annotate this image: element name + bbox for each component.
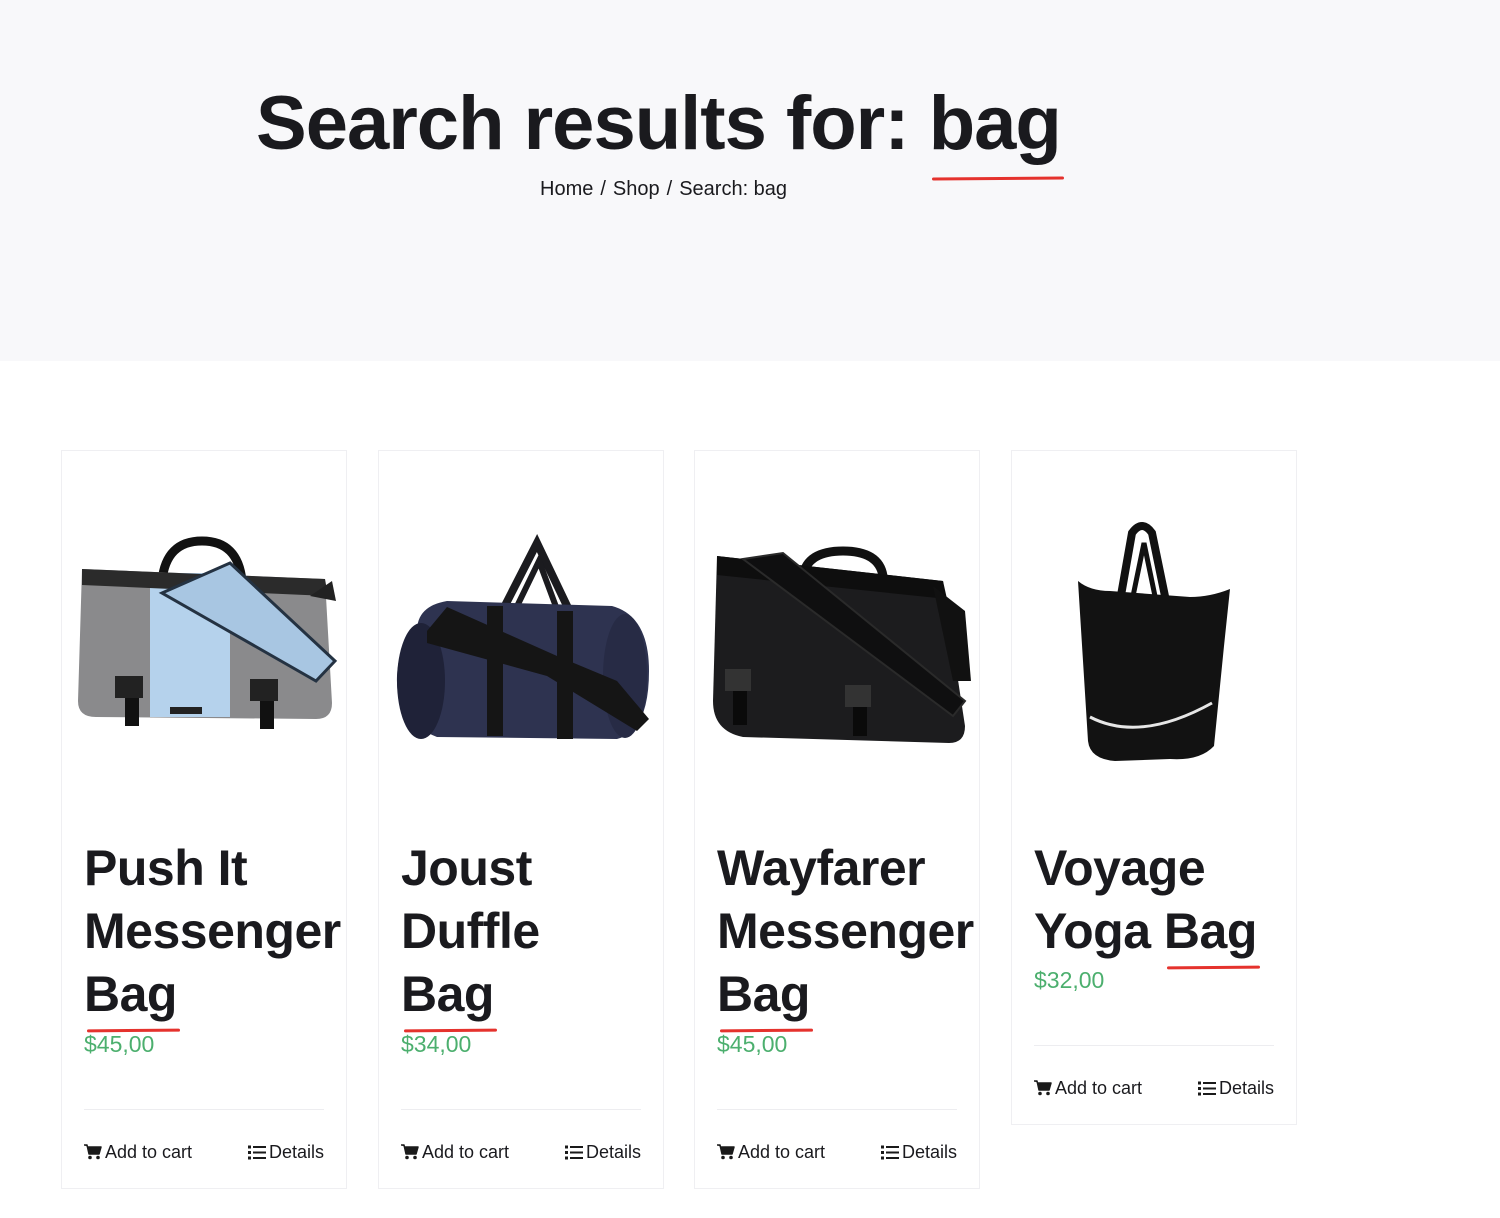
product-image[interactable] [70, 481, 340, 781]
product-title-highlight: Bag [84, 963, 177, 1026]
add-to-cart-button[interactable]: Add to cart [84, 1139, 192, 1165]
breadcrumb-separator: / [666, 178, 673, 200]
details-label: Details [901, 1142, 957, 1162]
breadcrumb-current: Search: bag [679, 178, 788, 200]
add-to-cart-button[interactable]: Add to cart [1034, 1075, 1142, 1101]
product-price: $45,00 [84, 1031, 155, 1057]
add-to-cart-button[interactable]: Add to cart [401, 1139, 509, 1165]
product-actions: Add to cart Details [401, 1139, 641, 1165]
product-image[interactable] [387, 481, 657, 781]
messenger-bag-black-icon [713, 546, 971, 743]
product-title-line: Messenger [84, 903, 341, 959]
add-to-cart-button[interactable]: Add to cart [717, 1139, 825, 1165]
product-price: $34,00 [401, 1031, 472, 1057]
product-image[interactable] [703, 481, 973, 781]
details-button[interactable]: Details [564, 1139, 641, 1165]
breadcrumb-home-link[interactable]: Home [540, 178, 593, 200]
product-title-line: Joust [401, 840, 532, 896]
breadcrumb-shop-link[interactable]: Shop [613, 178, 660, 200]
add-to-cart-label: Add to cart [105, 1142, 193, 1162]
card-divider [717, 1109, 957, 1110]
product-image[interactable] [1020, 481, 1290, 781]
product-actions: Add to cart Details [717, 1139, 957, 1165]
messenger-bag-gray-blue-icon [78, 536, 338, 729]
product-card: Voyage Yoga Bag $32,00 Add to cart Detail… [1011, 450, 1297, 1125]
card-divider [84, 1109, 324, 1110]
cart-icon [401, 1144, 419, 1160]
product-title-line: Push It [84, 840, 248, 896]
cart-icon [1034, 1080, 1052, 1096]
product-title-highlight: Bag [1164, 900, 1257, 963]
search-term-highlight: bag [929, 78, 1062, 170]
details-label: Details [1218, 1078, 1274, 1098]
product-actions: Add to cart Details [1034, 1075, 1274, 1101]
product-price: $45,00 [717, 1031, 788, 1057]
cart-icon [717, 1144, 735, 1160]
list-icon [247, 1145, 266, 1160]
tote-bag-black-icon [1078, 522, 1230, 761]
product-price: $32,00 [1034, 967, 1105, 993]
product-actions: Add to cart Details [84, 1139, 324, 1165]
card-divider [1034, 1045, 1274, 1046]
page-title-prefix: Search results for: [256, 81, 929, 166]
product-title[interactable]: Wayfarer Messenger Bag [717, 837, 1017, 1026]
card-divider [401, 1109, 641, 1110]
page-title: Search results for: bag [256, 78, 1062, 170]
add-to-cart-label: Add to cart [422, 1142, 510, 1162]
list-icon [880, 1145, 899, 1160]
list-icon [1197, 1081, 1216, 1096]
cart-icon [84, 1144, 102, 1160]
details-button[interactable]: Details [1197, 1075, 1274, 1101]
add-to-cart-label: Add to cart [738, 1142, 826, 1162]
list-icon [564, 1145, 583, 1160]
product-title[interactable]: Voyage Yoga Bag [1034, 837, 1334, 963]
duffle-bag-navy-icon [396, 533, 649, 739]
product-title-highlight: Bag [401, 963, 494, 1026]
product-card: Wayfarer Messenger Bag $45,00 Add to cart … [694, 450, 980, 1189]
product-title[interactable]: Joust Duffle Bag [401, 837, 701, 1026]
product-title-line: Duffle [401, 903, 540, 959]
product-card: Push It Messenger Bag $45,00 Add to cart D… [61, 450, 347, 1189]
add-to-cart-label: Add to cart [1055, 1078, 1143, 1098]
product-card: Joust Duffle Bag $34,00 Add to cart Detail… [378, 450, 664, 1189]
breadcrumb: Home / Shop / Search: bag [540, 176, 787, 202]
details-button[interactable]: Details [880, 1139, 957, 1165]
product-title-line: Messenger [717, 903, 974, 959]
product-title[interactable]: Push It Messenger Bag [84, 837, 384, 1026]
details-label: Details [268, 1142, 324, 1162]
product-title-line: Voyage [1034, 840, 1206, 896]
breadcrumb-separator: / [600, 178, 606, 200]
details-label: Details [585, 1142, 641, 1162]
details-button[interactable]: Details [247, 1139, 324, 1165]
product-title-line: Wayfarer [717, 840, 926, 896]
product-title-line: Yoga [1034, 903, 1164, 959]
product-title-highlight: Bag [717, 963, 810, 1026]
page-header: Search results for: bag Home / Shop / Search… [0, 0, 1500, 361]
